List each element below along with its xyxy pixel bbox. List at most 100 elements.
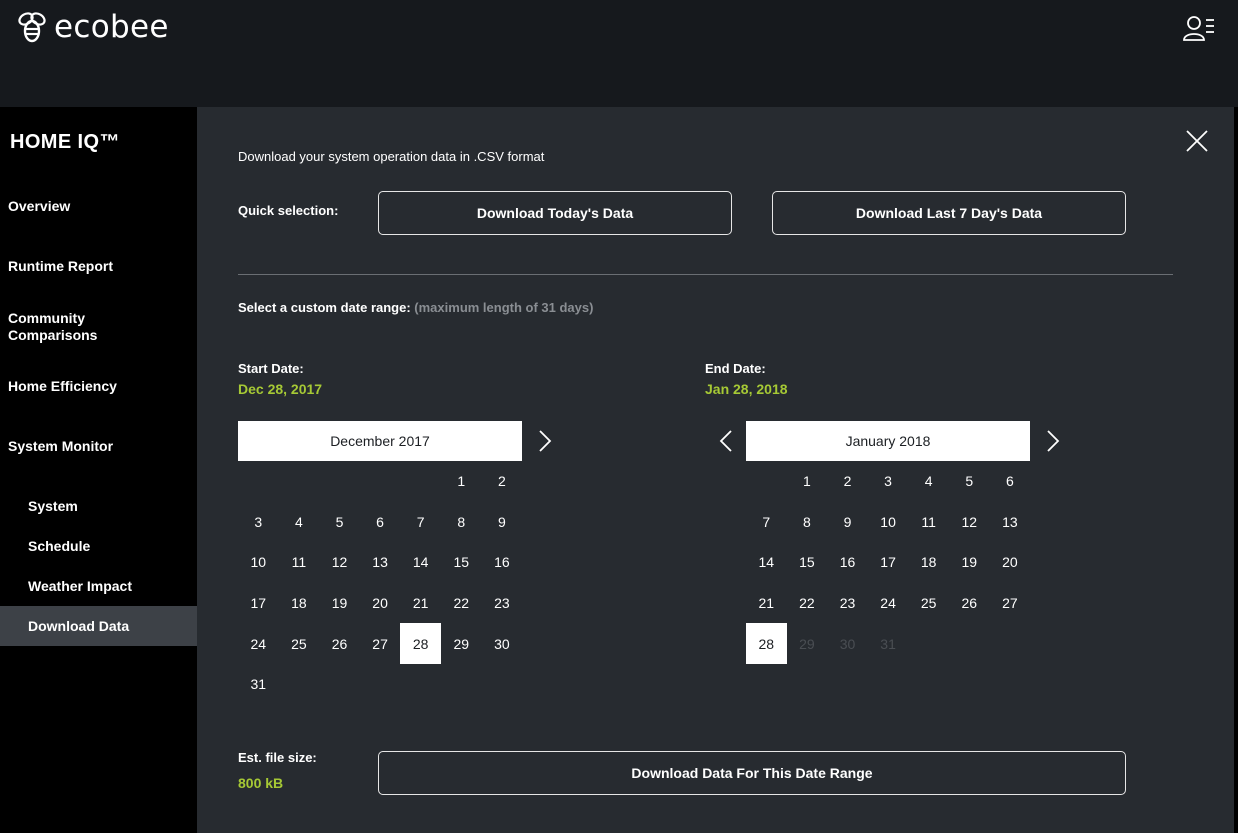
end-calendar-day-25[interactable]: 25: [908, 583, 949, 624]
sidebar-subitem-schedule[interactable]: Schedule: [28, 538, 90, 554]
end-calendar-day-8[interactable]: 8: [787, 502, 828, 543]
start-calendar-empty-cell: [360, 461, 401, 502]
start-calendar-empty-cell: [279, 461, 320, 502]
end-calendar-day-19[interactable]: 19: [949, 542, 990, 583]
start-calendar-day-21[interactable]: 21: [400, 583, 441, 624]
end-calendar-day-15[interactable]: 15: [787, 542, 828, 583]
start-calendar-day-10[interactable]: 10: [238, 542, 279, 583]
start-calendar-day-28[interactable]: 28: [400, 623, 441, 664]
download-data-panel: Download your system operation data in .…: [197, 107, 1234, 833]
end-calendar-day-11[interactable]: 11: [908, 502, 949, 543]
end-calendar-day-4[interactable]: 4: [908, 461, 949, 502]
end-calendar-day-23[interactable]: 23: [827, 583, 868, 624]
start-calendar-empty-cell: [400, 461, 441, 502]
quick-selection-label: Quick selection:: [238, 203, 339, 218]
start-calendar-day-26[interactable]: 26: [319, 623, 360, 664]
download-date-range-button[interactable]: Download Data For This Date Range: [378, 751, 1126, 795]
top-bar: ecobee: [0, 0, 1238, 107]
end-calendar-day-13[interactable]: 13: [990, 502, 1031, 543]
sidebar-item-system-monitor[interactable]: System Monitor: [8, 438, 113, 455]
sidebar-subitem-weather-impact[interactable]: Weather Impact: [28, 578, 132, 594]
start-calendar-day-19[interactable]: 19: [319, 583, 360, 624]
end-date-label: End Date:: [705, 361, 766, 376]
start-calendar-day-30[interactable]: 30: [482, 623, 523, 664]
start-calendar-day-2[interactable]: 2: [482, 461, 523, 502]
end-calendar-empty-cell: [746, 461, 787, 502]
end-calendar-day-18[interactable]: 18: [908, 542, 949, 583]
end-next-month-arrow-icon[interactable]: [1042, 429, 1062, 453]
end-calendar-month: January 2018: [746, 421, 1030, 461]
bee-icon: [18, 12, 46, 43]
sidebar-item-overview[interactable]: Overview: [8, 198, 70, 215]
end-calendar-day-5[interactable]: 5: [949, 461, 990, 502]
start-calendar-day-17[interactable]: 17: [238, 583, 279, 624]
download-last-7-days-button[interactable]: Download Last 7 Day's Data: [772, 191, 1126, 235]
start-calendar-day-27[interactable]: 27: [360, 623, 401, 664]
start-calendar-day-14[interactable]: 14: [400, 542, 441, 583]
start-calendar-empty-cell: [238, 461, 279, 502]
download-today-button[interactable]: Download Today's Data: [378, 191, 732, 235]
start-calendar-day-18[interactable]: 18: [279, 583, 320, 624]
start-calendar-day-29[interactable]: 29: [441, 623, 482, 664]
custom-range-label-row: Select a custom date range: (maximum len…: [238, 300, 593, 315]
start-calendar-day-11[interactable]: 11: [279, 542, 320, 583]
start-calendar-day-9[interactable]: 9: [482, 502, 523, 543]
start-calendar-month: December 2017: [238, 421, 522, 461]
start-calendar-day-4[interactable]: 4: [279, 502, 320, 543]
start-calendar-day-23[interactable]: 23: [482, 583, 523, 624]
start-calendar-day-5[interactable]: 5: [319, 502, 360, 543]
start-calendar-day-3[interactable]: 3: [238, 502, 279, 543]
start-date-label: Start Date:: [238, 361, 304, 376]
end-calendar-day-12[interactable]: 12: [949, 502, 990, 543]
start-calendar-day-7[interactable]: 7: [400, 502, 441, 543]
sidebar-item-community-comparisons[interactable]: Community Comparisons: [8, 310, 128, 344]
end-calendar-day-7[interactable]: 7: [746, 502, 787, 543]
start-calendar-day-13[interactable]: 13: [360, 542, 401, 583]
start-calendar-day-8[interactable]: 8: [441, 502, 482, 543]
sidebar-item-runtime-report[interactable]: Runtime Report: [8, 258, 113, 275]
end-calendar-day-14[interactable]: 14: [746, 542, 787, 583]
end-calendar-day-29: 29: [799, 635, 815, 652]
end-calendar-day-16[interactable]: 16: [827, 542, 868, 583]
end-calendar-day-21[interactable]: 21: [746, 583, 787, 624]
end-calendar-day-20[interactable]: 20: [990, 542, 1031, 583]
end-calendar-day-9[interactable]: 9: [827, 502, 868, 543]
end-calendar-day-27[interactable]: 27: [990, 583, 1031, 624]
sidebar-subitem-download-data[interactable]: Download Data: [28, 618, 129, 634]
end-calendar-day-26[interactable]: 26: [949, 583, 990, 624]
custom-range-label: Select a custom date range:: [238, 300, 411, 315]
start-calendar-day-20[interactable]: 20: [360, 583, 401, 624]
start-calendar-day-12[interactable]: 12: [319, 542, 360, 583]
ecobee-logo[interactable]: ecobee: [14, 9, 169, 45]
start-calendar-day-24[interactable]: 24: [238, 623, 279, 664]
start-calendar-grid: 1 2 3 4 5 6 7 8 9 10 11 12 13 14 15 16 17 18 19 20 21 22 23 24 2…: [238, 461, 522, 705]
end-calendar-day-22[interactable]: 22: [787, 583, 828, 624]
end-calendar-day-28[interactable]: 28: [746, 623, 787, 664]
end-calendar-day-17[interactable]: 17: [868, 542, 909, 583]
end-calendar-day-31: 31: [880, 635, 896, 652]
end-calendar-day-3[interactable]: 3: [868, 461, 909, 502]
end-calendar-day-1[interactable]: 1: [787, 461, 828, 502]
divider: [238, 274, 1173, 275]
start-calendar-day-6[interactable]: 6: [360, 502, 401, 543]
end-prev-month-arrow-icon[interactable]: [717, 429, 737, 453]
start-calendar-day-16[interactable]: 16: [482, 542, 523, 583]
end-calendar-day-6[interactable]: 6: [990, 461, 1031, 502]
start-next-month-arrow-icon[interactable]: [534, 429, 554, 453]
end-calendar-day-2[interactable]: 2: [827, 461, 868, 502]
start-calendar-day-25[interactable]: 25: [279, 623, 320, 664]
close-icon[interactable]: [1185, 129, 1209, 153]
start-calendar-day-1[interactable]: 1: [441, 461, 482, 502]
intro-text: Download your system operation data in .…: [238, 149, 545, 164]
sidebar-subitem-system[interactable]: System: [28, 498, 78, 514]
sidebar-item-home-efficiency[interactable]: Home Efficiency: [8, 378, 117, 395]
end-calendar-day-10[interactable]: 10: [868, 502, 909, 543]
sidebar: HOME IQ™ Overview Runtime Report Communi…: [0, 107, 197, 833]
start-calendar-day-31[interactable]: 31: [238, 664, 279, 705]
end-calendar-day-30: 30: [839, 635, 856, 652]
start-calendar-day-22[interactable]: 22: [441, 583, 482, 624]
end-calendar-day-24[interactable]: 24: [868, 583, 909, 624]
sidebar-title: HOME IQ™: [10, 131, 120, 153]
user-menu-icon[interactable]: [1182, 14, 1216, 44]
start-calendar-day-15[interactable]: 15: [441, 542, 482, 583]
